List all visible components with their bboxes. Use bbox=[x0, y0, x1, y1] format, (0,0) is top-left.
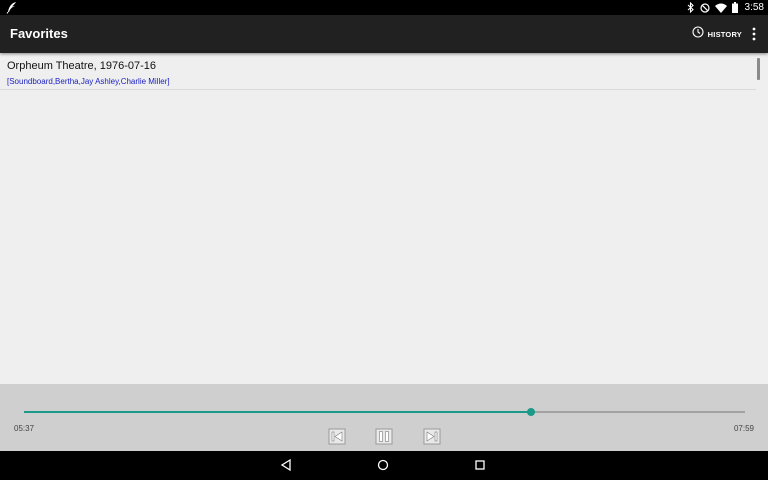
page-title: Favorites bbox=[10, 26, 68, 41]
overflow-menu-button[interactable] bbox=[750, 27, 758, 43]
item-subtitle: [Soundboard,Bertha,Jay Ashley,Charlie Mi… bbox=[7, 77, 170, 86]
recents-icon bbox=[473, 458, 487, 472]
feather-icon bbox=[6, 1, 18, 14]
item-title: Orpheum Theatre, 1976-07-16 bbox=[7, 60, 156, 72]
status-icons: 3:58 bbox=[687, 0, 764, 15]
elapsed-time: 05:37 bbox=[14, 424, 35, 433]
favorites-list: Orpheum Theatre, 1976-07-16 [Soundboard,… bbox=[0, 53, 768, 384]
scrollbar[interactable] bbox=[757, 58, 760, 80]
status-bar: 3:58 bbox=[0, 0, 768, 15]
home-button[interactable] bbox=[376, 458, 390, 472]
overflow-menu-icon bbox=[750, 27, 758, 45]
history-clock-icon bbox=[692, 25, 704, 43]
skip-previous-icon bbox=[328, 428, 346, 445]
seek-thumb[interactable] bbox=[527, 408, 536, 416]
home-icon bbox=[376, 458, 390, 472]
wifi-icon bbox=[714, 3, 727, 13]
status-clock: 3:58 bbox=[744, 2, 764, 13]
seek-bar[interactable] bbox=[24, 408, 745, 416]
list-item[interactable]: Orpheum Theatre, 1976-07-16 [Soundboard,… bbox=[0, 55, 756, 90]
recents-button[interactable] bbox=[473, 458, 487, 472]
skip-previous-button[interactable] bbox=[328, 428, 346, 445]
pause-icon bbox=[375, 428, 393, 445]
app-bar: Favorites HISTORY bbox=[0, 15, 768, 53]
skip-next-button[interactable] bbox=[423, 428, 441, 445]
back-icon bbox=[279, 458, 293, 472]
bluetooth-icon bbox=[687, 2, 695, 13]
skip-next-icon bbox=[423, 428, 441, 445]
navigation-bar bbox=[0, 451, 768, 480]
do-not-disturb-icon bbox=[699, 2, 710, 13]
player-panel: 05:37 07:59 bbox=[0, 384, 768, 451]
history-button[interactable]: HISTORY bbox=[692, 26, 742, 42]
history-label: HISTORY bbox=[707, 29, 742, 39]
pause-button[interactable] bbox=[375, 428, 393, 445]
seek-progress bbox=[24, 411, 532, 413]
battery-icon bbox=[731, 2, 738, 13]
back-button[interactable] bbox=[279, 458, 293, 472]
total-time: 07:59 bbox=[733, 424, 754, 433]
